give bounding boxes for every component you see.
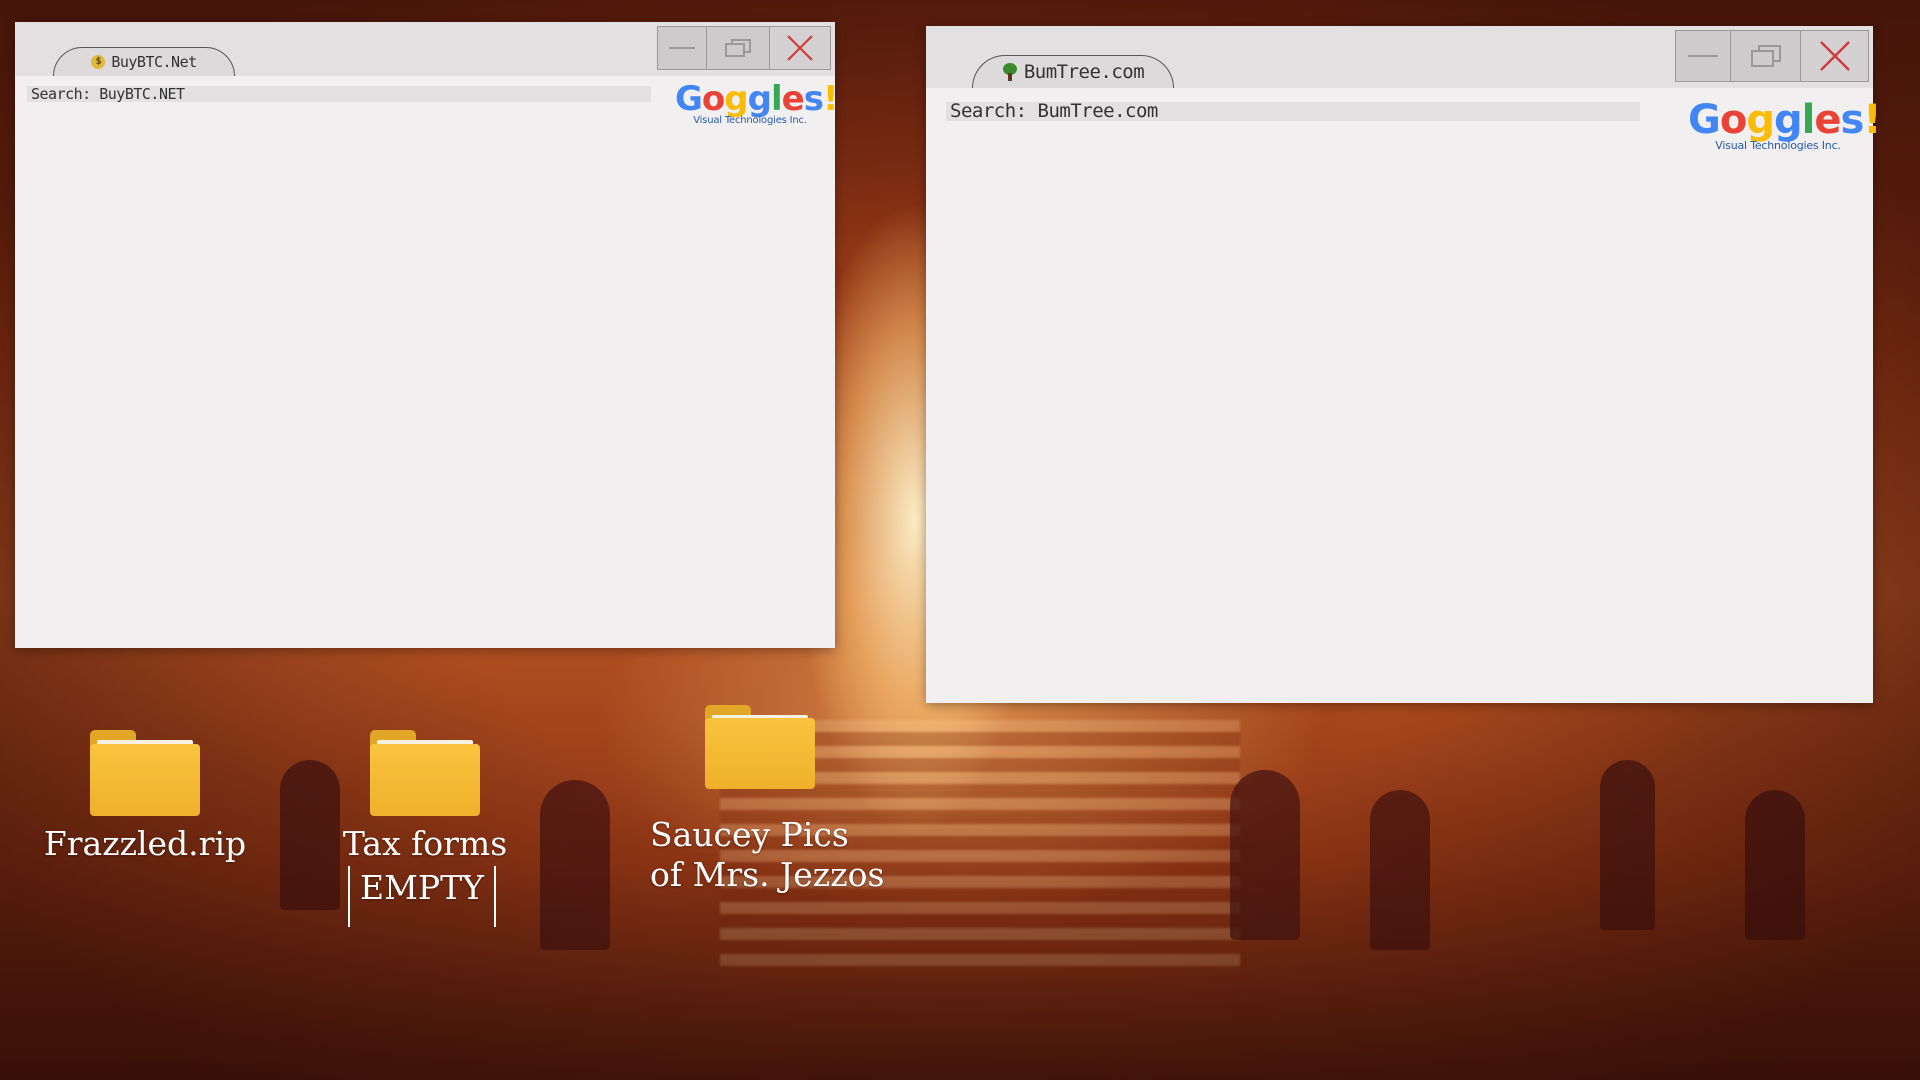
- icon-sublabel-bracket: EMPTY: [310, 864, 540, 927]
- close-icon: [1819, 41, 1850, 71]
- browser-tab[interactable]: BumTree.com: [972, 55, 1174, 88]
- browser-tab[interactable]: $ BuyBTC.Net: [53, 47, 235, 76]
- minimize-icon: [669, 47, 695, 49]
- minimize-icon: [1688, 55, 1718, 57]
- icon-label: Tax forms: [342, 824, 508, 863]
- restore-icon: [1750, 45, 1781, 67]
- close-button[interactable]: [1800, 31, 1868, 81]
- desktop-icon-saucey-pics[interactable]: Saucey Pics of Mrs. Jezzos: [650, 705, 930, 896]
- logo-subtitle: Visual Technologies Inc.: [693, 115, 807, 126]
- search-text: Search: BuyBTC.NET: [31, 86, 185, 102]
- icon-label-line-1: Saucey Pics: [650, 815, 849, 854]
- search-bar[interactable]: Search: BuyBTC.NET: [27, 86, 651, 102]
- minimize-button[interactable]: [1676, 31, 1730, 81]
- restore-icon: [725, 39, 751, 57]
- close-button[interactable]: [769, 27, 830, 69]
- title-bar[interactable]: $ BuyBTC.Net: [15, 22, 835, 76]
- logo-wordmark: Goggles!: [1688, 97, 1882, 143]
- icon-label-line-2: of Mrs. Jezzos: [650, 855, 885, 895]
- desktop-icon-tax-forms[interactable]: Tax forms EMPTY: [310, 730, 540, 927]
- browser-window-bumtree[interactable]: BumTree.com Search: BumTree.com Goggles!…: [926, 26, 1882, 703]
- tab-title: BuyBTC.Net: [111, 53, 197, 71]
- close-icon: [787, 35, 813, 61]
- folder-icon: [705, 705, 815, 789]
- goggles-logo: Goggles! Visual Technologies Inc.: [1688, 97, 1882, 151]
- folder-icon: [90, 730, 200, 816]
- folder-icon: [370, 730, 480, 816]
- search-bar[interactable]: Search: BumTree.com: [946, 102, 1640, 121]
- minimize-button[interactable]: [658, 27, 706, 69]
- window-controls: [1675, 30, 1869, 82]
- icon-label: Frazzled.rip: [43, 824, 247, 863]
- logo-wordmark: Goggles!: [675, 79, 838, 119]
- browser-window-buybtc[interactable]: $ BuyBTC.Net Search: BuyBTC.NET Goggles!…: [15, 22, 838, 648]
- window-controls: [657, 26, 831, 70]
- tree-icon: [1002, 63, 1018, 81]
- dollar-coin-icon: $: [91, 55, 106, 69]
- icon-sublabel: EMPTY: [348, 866, 496, 927]
- maximize-button[interactable]: [1730, 31, 1800, 81]
- maximize-button[interactable]: [706, 27, 769, 69]
- tab-title: BumTree.com: [1023, 61, 1145, 83]
- title-bar[interactable]: BumTree.com: [926, 26, 1873, 88]
- desktop-icon-frazzled[interactable]: Frazzled.rip: [30, 730, 260, 864]
- goggles-logo: Goggles! Visual Technologies Inc.: [675, 79, 838, 126]
- search-text: Search: BumTree.com: [950, 102, 1158, 121]
